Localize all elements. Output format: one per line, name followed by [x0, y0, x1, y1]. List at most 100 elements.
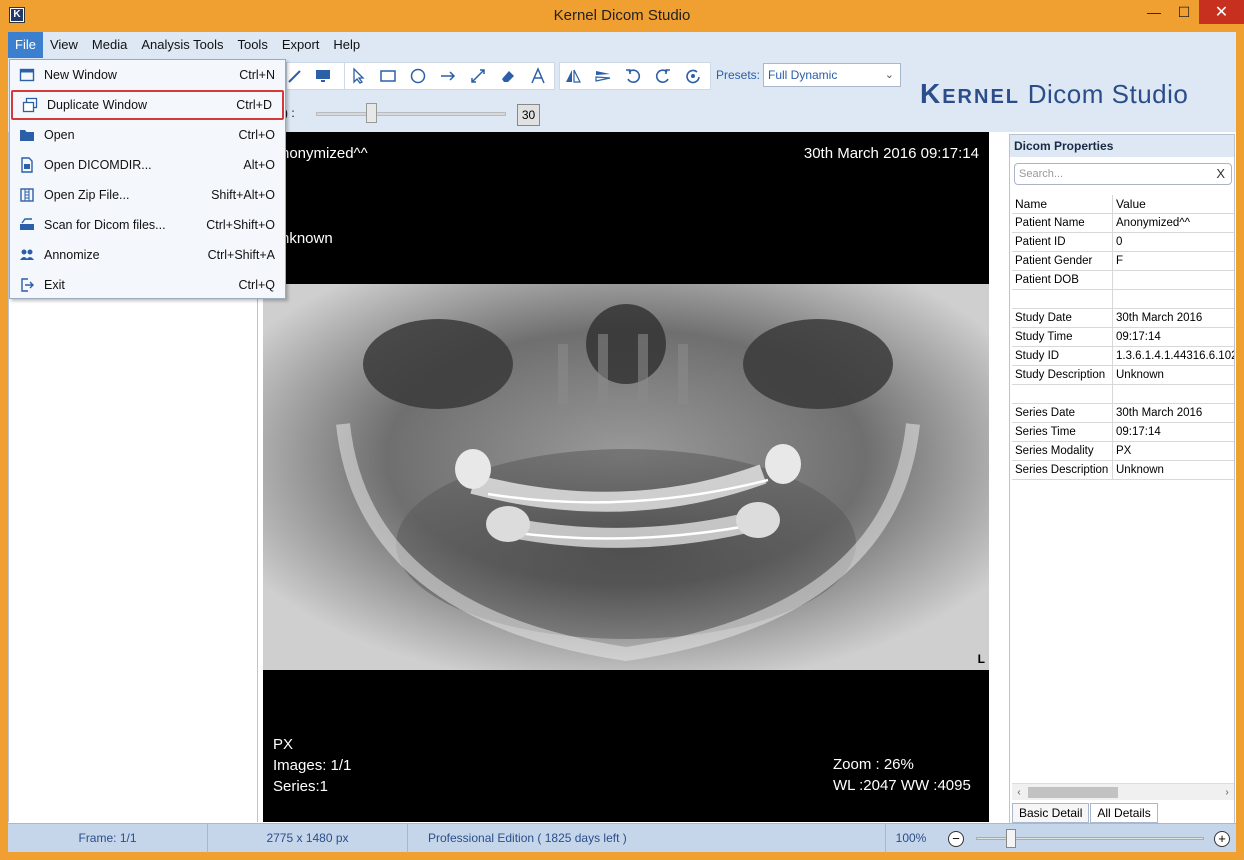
column-header-value[interactable]: Value [1113, 195, 1234, 213]
menu-tools[interactable]: Tools [230, 32, 274, 58]
status-zoom: 100% [895, 831, 927, 845]
table-row[interactable]: Patient ID 0 [1012, 233, 1234, 252]
image-viewer[interactable]: nonymized^^ nknown 30th March 2016 09:17… [263, 132, 989, 822]
property-name-cell: Patient ID [1012, 233, 1113, 251]
menu-item-shortcut: Ctrl+D [236, 98, 272, 112]
folder-icon [10, 127, 44, 143]
menu-item-duplicate-window[interactable]: Duplicate Window Ctrl+D [11, 90, 284, 120]
property-value-cell: PX [1116, 445, 1132, 457]
properties-search-input[interactable]: Search... X [1014, 163, 1232, 185]
menu-item-open-dicomdir[interactable]: Open DICOMDIR... Alt+O [10, 150, 285, 180]
menu-item-open[interactable]: Open Ctrl+O [10, 120, 285, 150]
fps-value-box[interactable]: 30 [517, 104, 540, 126]
rotate-ccw-icon[interactable] [653, 64, 673, 88]
monitor-icon[interactable] [313, 64, 333, 88]
menu-item-shortcut: Ctrl+Shift+O [206, 218, 275, 232]
table-row[interactable]: Patient Name Anonymized^^ [1012, 214, 1234, 233]
tab-basic-detail[interactable]: Basic Detail [1012, 803, 1090, 823]
overlay-series: Series:1 [273, 778, 329, 795]
menu-item-scan-dicom[interactable]: Scan for Dicom files... Ctrl+Shift+O [10, 210, 285, 240]
clear-search-icon[interactable]: X [1216, 164, 1225, 184]
flip-vertical-icon[interactable] [593, 64, 613, 88]
zoom-out-icon[interactable]: − [948, 831, 964, 847]
status-bar: Frame: 1/1 2775 x 1480 px Professional E… [8, 823, 1236, 853]
table-row[interactable] [1012, 385, 1234, 404]
zoom-slider-thumb[interactable] [1006, 829, 1016, 848]
property-name-cell: Study Time [1012, 328, 1113, 346]
menu-analysis-tools[interactable]: Analysis Tools [134, 32, 230, 58]
menu-item-open-zip[interactable]: Open Zip File... Shift+Alt+O [10, 180, 285, 210]
menu-file[interactable]: File [8, 32, 43, 58]
eraser-icon[interactable] [498, 64, 518, 88]
line-tool-icon[interactable] [285, 64, 305, 88]
brand-main: Kernel [920, 78, 1021, 109]
fps-slider-thumb[interactable] [366, 103, 377, 123]
menu-item-shortcut: Alt+O [243, 158, 275, 172]
tab-all-details[interactable]: All Details [1090, 803, 1158, 823]
close-button[interactable]: ✕ [1199, 0, 1244, 24]
menu-item-new-window[interactable]: New Window Ctrl+N [10, 60, 285, 90]
text-tool-icon[interactable] [528, 64, 548, 88]
measure-icon[interactable] [468, 64, 488, 88]
table-row[interactable]: Study Description Unknown [1012, 366, 1234, 385]
menu-item-label: New Window [44, 68, 117, 82]
table-row[interactable] [1012, 290, 1234, 309]
fps-slider-track[interactable] [316, 112, 506, 116]
zip-icon [10, 187, 44, 203]
window-title: Kernel Dicom Studio [553, 7, 691, 24]
menu-item-annomize[interactable]: Annomize Ctrl+Shift+A [10, 240, 285, 270]
table-row[interactable]: Series Modality PX [1012, 442, 1234, 461]
property-name-cell: Series Time [1012, 423, 1113, 441]
table-row[interactable]: Patient Gender F [1012, 252, 1234, 271]
scrollbar-thumb[interactable] [1028, 787, 1118, 798]
column-header-name[interactable]: Name [1012, 195, 1113, 213]
table-row[interactable]: Patient DOB [1012, 271, 1234, 290]
ellipse-icon[interactable] [408, 64, 428, 88]
flip-horizontal-icon[interactable] [563, 64, 583, 88]
reset-icon[interactable] [683, 64, 703, 88]
table-row[interactable]: Study Time 09:17:14 [1012, 328, 1234, 347]
property-value-cell: 09:17:14 [1116, 426, 1161, 438]
overlay-zoom: Zoom : 26% [833, 756, 914, 773]
property-value-cell: F [1116, 255, 1124, 267]
scroll-right-icon[interactable]: › [1220, 784, 1234, 801]
menu-item-label: Scan for Dicom files... [44, 218, 166, 232]
brand-rest: Dicom Studio [1020, 79, 1189, 109]
table-row[interactable]: Series Time 09:17:14 [1012, 423, 1234, 442]
users-icon [10, 247, 44, 263]
menu-media[interactable]: Media [85, 32, 134, 58]
rectangle-icon[interactable] [378, 64, 398, 88]
menu-export[interactable]: Export [275, 32, 327, 58]
overlay-window-level: WL :2047 WW :4095 [833, 777, 971, 794]
arrow-icon[interactable] [438, 64, 458, 88]
property-value-cell: 0 [1116, 236, 1123, 248]
scroll-left-icon[interactable]: ‹ [1012, 784, 1026, 801]
table-row[interactable]: Series Description Unknown [1012, 461, 1234, 480]
menu-item-label: Open Zip File... [44, 188, 130, 202]
properties-title: Dicom Properties [1010, 135, 1234, 157]
overlay-orientation: L [977, 652, 985, 666]
table-header: Name Value [1012, 195, 1234, 214]
property-value-cell: 1.3.6.1.4.1.44316.6.102 [1116, 350, 1234, 362]
maximize-button[interactable]: ☐ [1170, 0, 1198, 24]
table-row[interactable]: Study Date 30th March 2016 [1012, 309, 1234, 328]
duplicate-window-icon [13, 97, 47, 113]
table-row[interactable]: Series Date 30th March 2016 [1012, 404, 1234, 423]
menu-item-label: Exit [44, 278, 65, 292]
table-row[interactable]: Study ID 1.3.6.1.4.1.44316.6.102 [1012, 347, 1234, 366]
chevron-down-icon: ⌄ [884, 69, 894, 81]
horizontal-scrollbar[interactable]: ‹ › [1012, 783, 1234, 800]
menu-view[interactable]: View [43, 32, 85, 58]
menu-help[interactable]: Help [326, 32, 367, 58]
status-edition: Professional Edition ( 1825 days left ) [408, 824, 886, 853]
property-value-cell [1113, 271, 1234, 289]
rotate-left-icon[interactable] [623, 64, 643, 88]
pointer-icon[interactable] [348, 64, 368, 88]
menu-item-exit[interactable]: Exit Ctrl+Q [10, 270, 285, 300]
zoom-in-icon[interactable]: + [1214, 831, 1230, 847]
minimize-button[interactable]: — [1140, 0, 1168, 24]
status-dimensions: 2775 x 1480 px [208, 824, 408, 853]
property-value-cell [1113, 385, 1234, 403]
dental-xray-image [263, 284, 989, 670]
presets-dropdown[interactable]: Full Dynamic ⌄ [763, 63, 901, 87]
